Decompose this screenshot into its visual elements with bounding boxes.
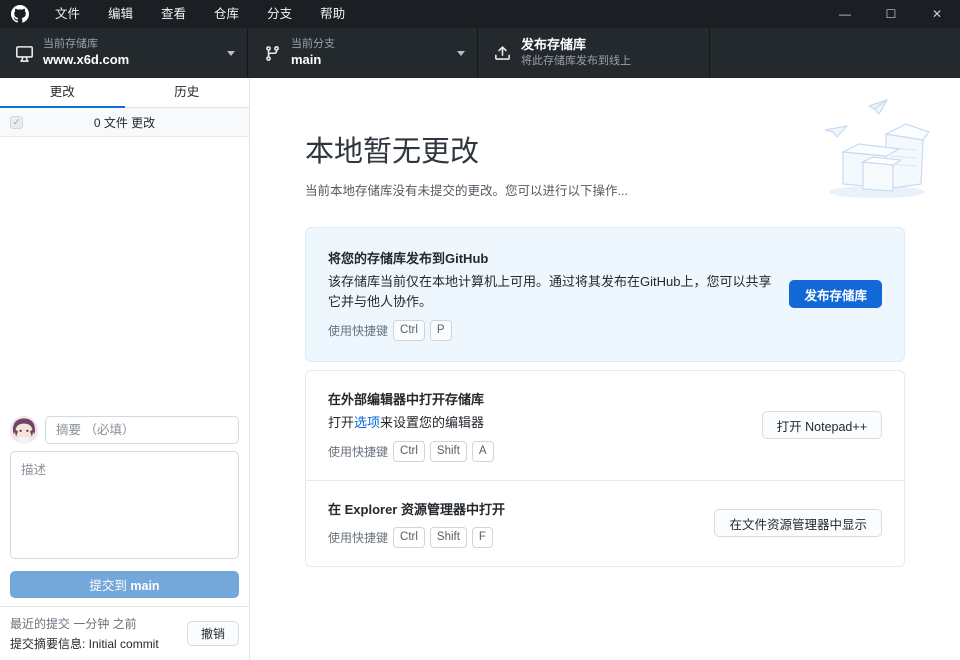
editor-card-body: 打开选项来设置您的编辑器 xyxy=(328,413,746,433)
open-in-explorer-row: 在 Explorer 资源管理器中打开 使用快捷键 Ctrl Shift F 在… xyxy=(306,480,904,566)
changes-list-empty xyxy=(0,137,249,406)
publish-card-body: 该存储库当前仅在本地计算机上可用。通过将其发布在GitHub上，您可以共享它并与… xyxy=(328,272,773,311)
files-changed-count: 0 文件 更改 xyxy=(0,114,249,131)
shortcut-label: 使用快捷键 xyxy=(328,529,388,546)
open-in-editor-row: 在外部编辑器中打开存储库 打开选项来设置您的编辑器 使用快捷键 Ctrl Shi… xyxy=(306,371,904,480)
publish-subtitle: 将此存储库发布到线上 xyxy=(521,54,697,68)
publish-title: 发布存储库 xyxy=(521,37,697,54)
explorer-card-text: 在 Explorer 资源管理器中打开 使用快捷键 Ctrl Shift F xyxy=(328,499,714,548)
main-panel: 本地暂无更改 当前本地存储库没有未提交的更改。您可以进行以下操作... 将您的存… xyxy=(250,78,960,660)
github-logo-icon xyxy=(11,5,29,23)
actions-card-group: 在外部编辑器中打开存储库 打开选项来设置您的编辑器 使用快捷键 Ctrl Shi… xyxy=(305,370,905,567)
chevron-down-icon xyxy=(227,51,235,56)
repo-text: 当前存储库 www.x6d.com xyxy=(43,37,219,68)
kbd-ctrl: Ctrl xyxy=(393,527,425,548)
computer-icon xyxy=(16,45,33,62)
menu-edit[interactable]: 编辑 xyxy=(94,0,147,28)
github-desktop-window: 文件 编辑 查看 仓库 分支 帮助 — ☐ ✕ 当前存储库 www.x6d.co… xyxy=(0,0,960,660)
editor-card-title: 在外部编辑器中打开存储库 xyxy=(328,389,746,408)
kbd-p: P xyxy=(430,320,452,341)
toolbar: 当前存储库 www.x6d.com 当前分支 main 发布存储库 将此存储库发… xyxy=(0,28,960,78)
menu-view[interactable]: 查看 xyxy=(147,0,200,28)
menu-repository[interactable]: 仓库 xyxy=(200,0,253,28)
tab-history[interactable]: 历史 xyxy=(125,78,250,107)
kbd-f: F xyxy=(472,527,493,548)
sidebar-tabs: 更改 历史 xyxy=(0,78,249,108)
commit-summary-row xyxy=(10,416,239,444)
options-link[interactable]: 选项 xyxy=(354,415,380,430)
menu-help[interactable]: 帮助 xyxy=(306,0,359,28)
recent-commit-section: 最近的提交 一分钟 之前 提交摘要信息: Initial commit 撤销 xyxy=(0,606,249,660)
commit-summary-input[interactable] xyxy=(45,416,239,444)
content-area: 更改 历史 ✓ 0 文件 更改 xyxy=(0,78,960,660)
publish-card-shortcut: 使用快捷键 Ctrl P xyxy=(328,320,773,341)
commit-button-prefix: 提交到 xyxy=(89,579,130,593)
shortcut-label: 使用快捷键 xyxy=(328,322,388,339)
explorer-card-shortcut: 使用快捷键 Ctrl Shift F xyxy=(328,527,698,548)
changed-files-summary-row: ✓ 0 文件 更改 xyxy=(0,108,249,137)
repo-name: www.x6d.com xyxy=(43,52,219,69)
repo-label: 当前存储库 xyxy=(43,37,219,51)
undo-button[interactable]: 撤销 xyxy=(187,621,239,646)
commit-to-main-button[interactable]: 提交到 main xyxy=(10,571,239,598)
menu-file[interactable]: 文件 xyxy=(41,0,94,28)
chevron-down-icon xyxy=(457,51,465,56)
git-branch-icon xyxy=(264,45,281,62)
minimize-icon[interactable]: — xyxy=(822,0,868,28)
recent-commit-text: 最近的提交 一分钟 之前 提交摘要信息: Initial commit xyxy=(10,615,179,652)
commit-button-branch: main xyxy=(130,579,159,593)
publish-card: 将您的存储库发布到GitHub 该存储库当前仅在本地计算机上可用。通过将其发布在… xyxy=(305,227,905,362)
maximize-icon[interactable]: ☐ xyxy=(868,0,914,28)
publish-repository-button[interactable]: 发布存储库 xyxy=(789,280,882,308)
open-in-editor-button[interactable]: 打开 Notepad++ xyxy=(762,411,882,439)
recent-commit-time: 最近的提交 一分钟 之前 xyxy=(10,615,179,632)
title-bar: 文件 编辑 查看 仓库 分支 帮助 — ☐ ✕ xyxy=(0,0,960,28)
kbd-a: A xyxy=(472,441,494,462)
boxes-illustration xyxy=(811,96,946,206)
menu-branch[interactable]: 分支 xyxy=(253,0,306,28)
branch-name: main xyxy=(291,52,449,69)
kbd-ctrl: Ctrl xyxy=(393,441,425,462)
publish-card-text: 将您的存储库发布到GitHub 该存储库当前仅在本地计算机上可用。通过将其发布在… xyxy=(328,248,789,341)
publish-text: 发布存储库 将此存储库发布到线上 xyxy=(521,37,697,68)
kbd-shift: Shift xyxy=(430,527,467,548)
publish-repository-toolbar-button[interactable]: 发布存储库 将此存储库发布到线上 xyxy=(478,28,710,78)
publish-card-title: 将您的存储库发布到GitHub xyxy=(328,248,773,267)
kbd-ctrl: Ctrl xyxy=(393,320,425,341)
tab-changes[interactable]: 更改 xyxy=(0,78,125,107)
show-in-explorer-button[interactable]: 在文件资源管理器中显示 xyxy=(714,509,882,537)
explorer-card-title: 在 Explorer 资源管理器中打开 xyxy=(328,499,698,518)
sidebar: 更改 历史 ✓ 0 文件 更改 xyxy=(0,78,250,660)
recent-commit-summary: 提交摘要信息: Initial commit xyxy=(10,635,179,652)
select-all-checkbox[interactable]: ✓ xyxy=(10,116,23,129)
avatar xyxy=(10,416,38,444)
close-icon[interactable]: ✕ xyxy=(914,0,960,28)
current-branch-dropdown[interactable]: 当前分支 main xyxy=(248,28,478,78)
shortcut-label: 使用快捷键 xyxy=(328,443,388,460)
editor-card-text: 在外部编辑器中打开存储库 打开选项来设置您的编辑器 使用快捷键 Ctrl Shi… xyxy=(328,389,762,462)
commit-description-textarea[interactable] xyxy=(10,451,239,559)
commit-form: 提交到 main xyxy=(0,406,249,606)
menu-bar: 文件 编辑 查看 仓库 分支 帮助 xyxy=(41,0,359,28)
upload-icon xyxy=(494,45,511,62)
current-repository-dropdown[interactable]: 当前存储库 www.x6d.com xyxy=(0,28,248,78)
kbd-shift: Shift xyxy=(430,441,467,462)
editor-card-shortcut: 使用快捷键 Ctrl Shift A xyxy=(328,441,746,462)
branch-text: 当前分支 main xyxy=(291,37,449,68)
branch-label: 当前分支 xyxy=(291,37,449,51)
window-controls: — ☐ ✕ xyxy=(822,0,960,28)
